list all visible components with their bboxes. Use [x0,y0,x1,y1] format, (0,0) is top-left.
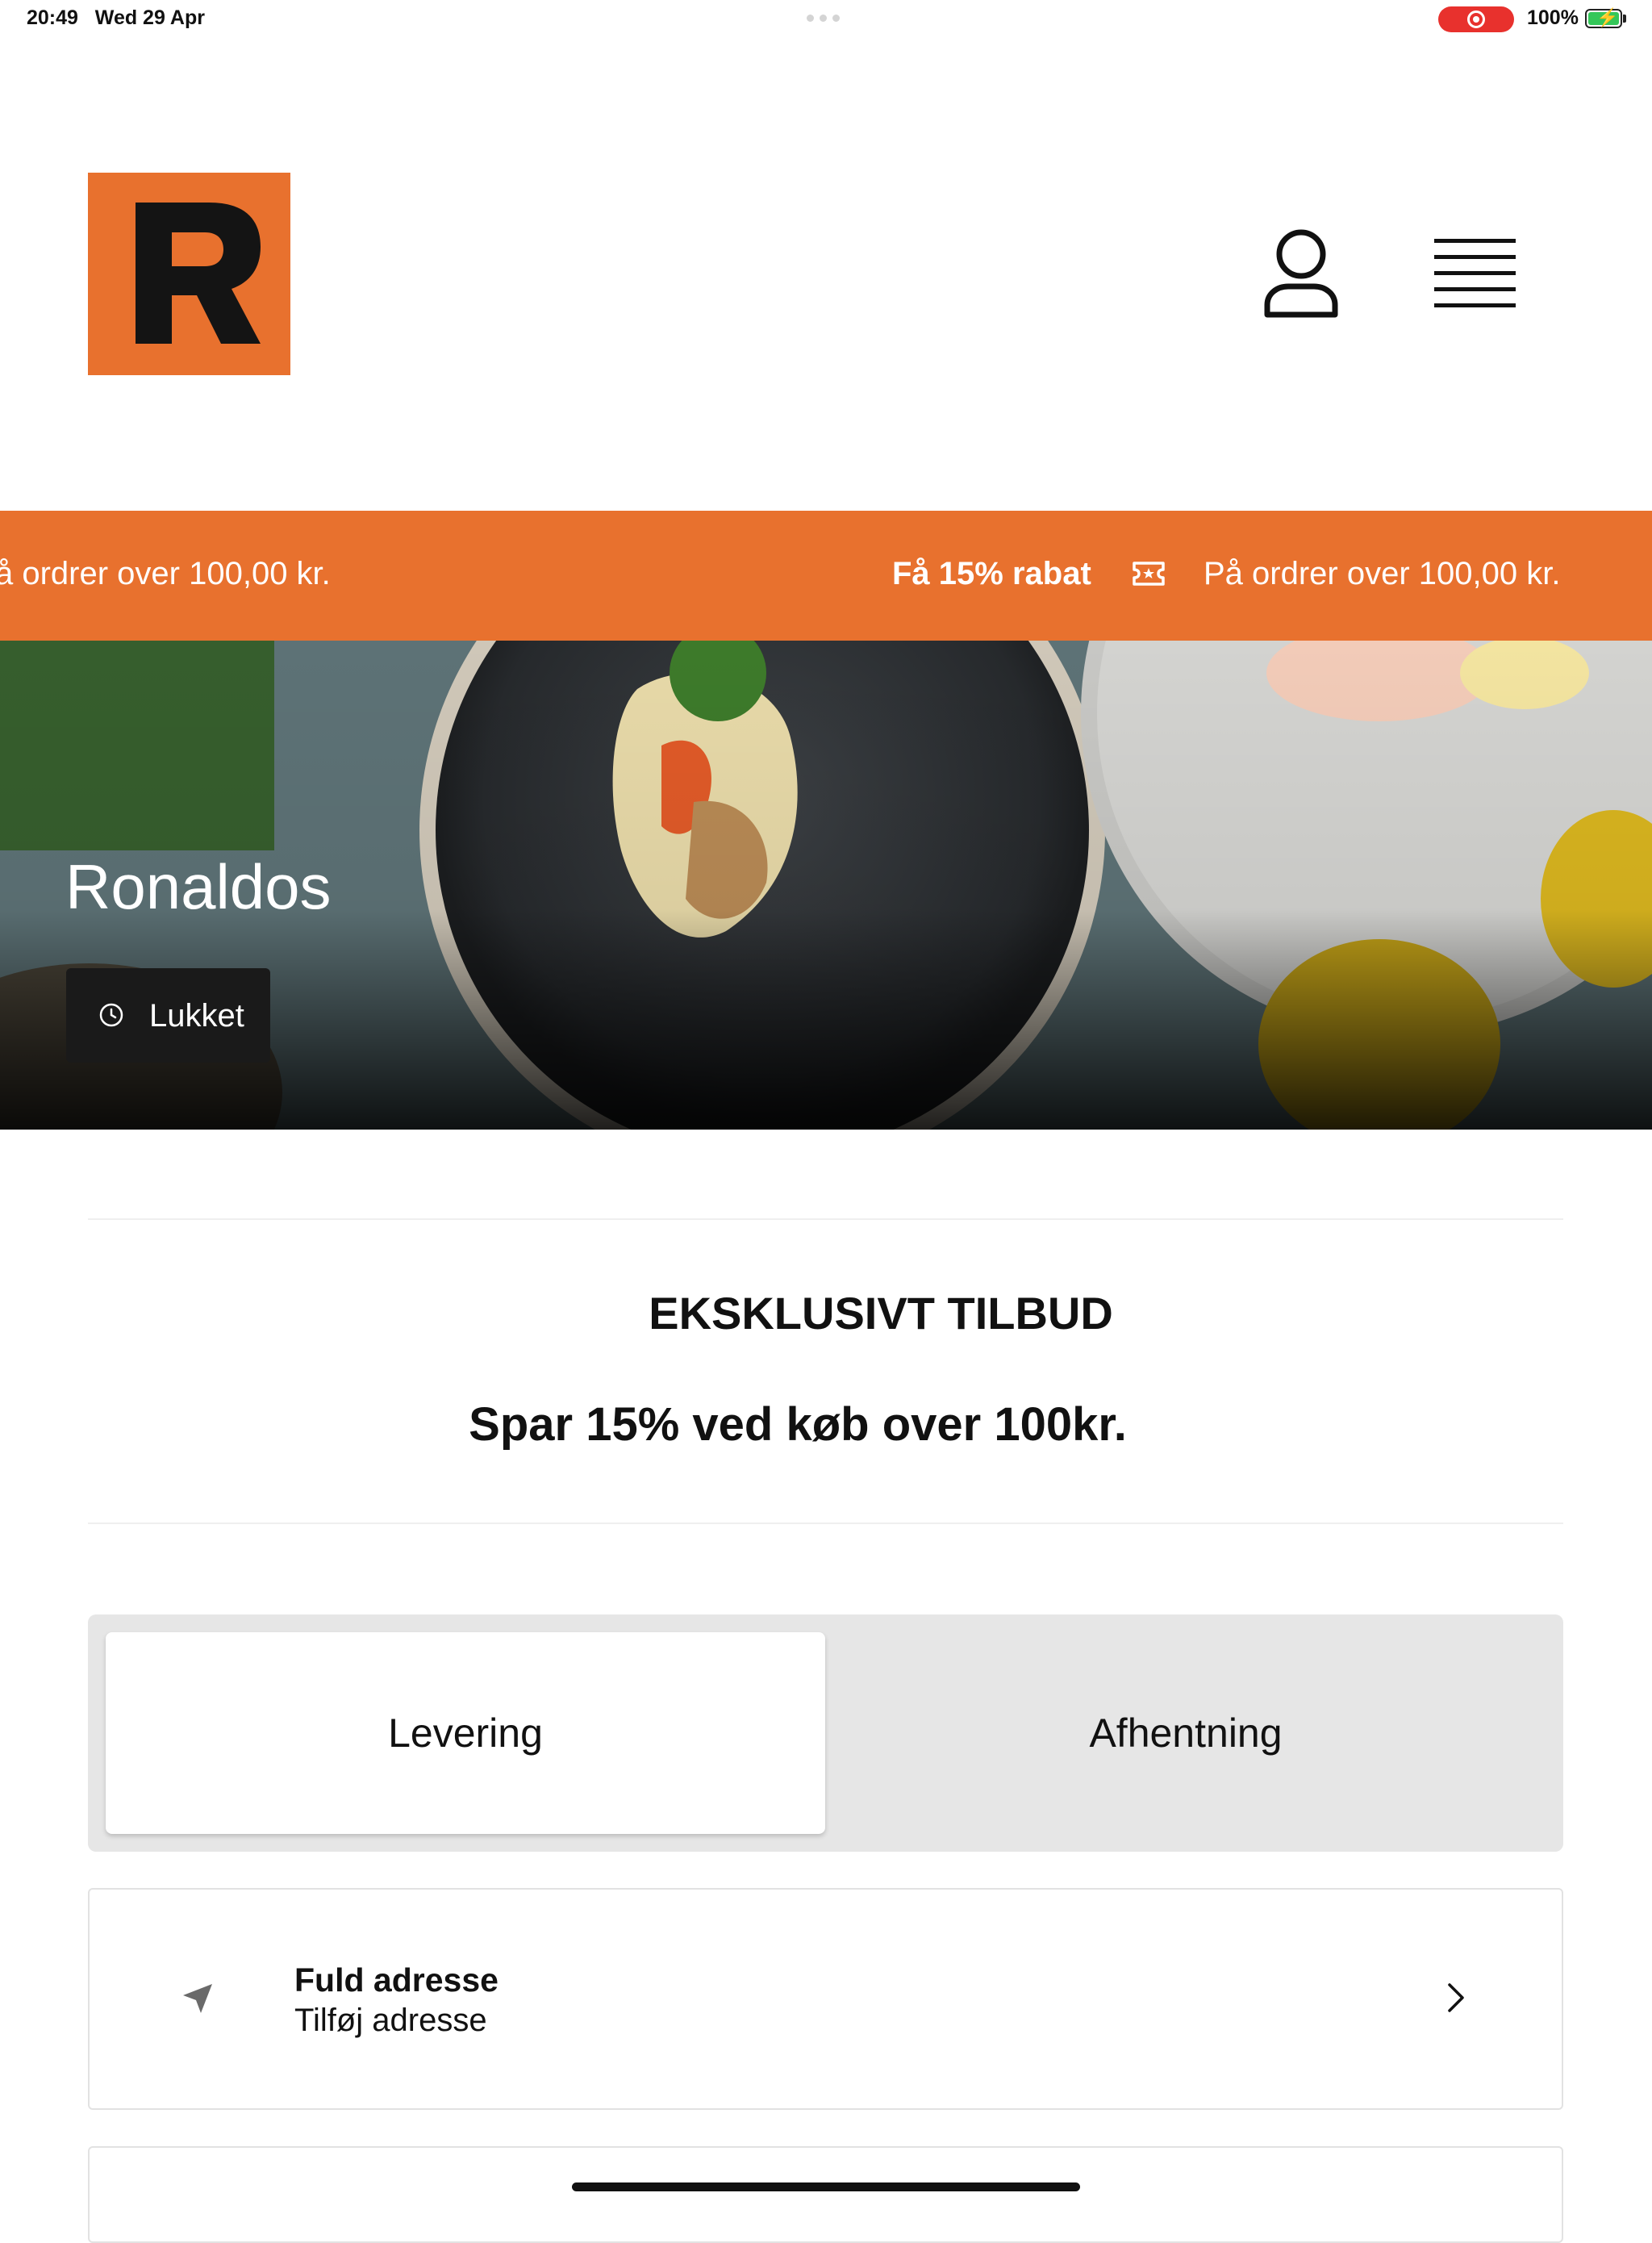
opening-status-label: Lukket [149,998,244,1034]
multitasking-dots-icon[interactable] [807,15,840,22]
opening-status-badge[interactable]: Lukket [66,968,270,1063]
address-selector[interactable]: Fuld adresse Tilføj adresse [88,1888,1563,2110]
brand-logo[interactable] [88,173,290,375]
divider [88,1218,1563,1220]
offer-title: EKSKLUSIVT TILBUD [649,1288,1113,1339]
tab-pickup[interactable]: Afhentning [826,1632,1546,1834]
home-indicator[interactable] [572,2182,1080,2191]
screen-recording-indicator[interactable] [1438,6,1514,32]
chevron-right-icon [1448,1983,1464,2012]
clock-icon [99,1003,123,1027]
promo-text-fragment: å ordrer over 100,00 kr. [0,556,331,591]
logo-r-mark [136,203,261,344]
tab-delivery[interactable]: Levering [106,1632,825,1834]
ticket-icon [1133,562,1165,586]
promo-banner: å ordrer over 100,00 kr. Få 15% rabat På… [0,511,1652,641]
battery-percentage: 100% [1527,6,1579,29]
location-arrow-icon [183,1984,212,2013]
order-type-toggle: Levering Afhentning [88,1614,1563,1852]
next-card[interactable] [88,2146,1563,2243]
divider [88,1522,1563,1524]
battery-charging-icon: ⚡ [1585,8,1622,28]
offer-subtitle: Spar 15% ved køb over 100kr. [469,1398,1127,1451]
hamburger-menu-icon[interactable] [1434,239,1516,308]
address-title: Fuld adresse [294,1961,499,1999]
status-bar: 20:49 Wed 29 Apr 100% ⚡ [0,0,1652,39]
address-value: Tilføj adresse [294,2003,487,2038]
user-account-icon[interactable] [1262,228,1340,318]
promo-detail: På ordrer over 100,00 kr. [1204,556,1561,591]
restaurant-name: Ronaldos [65,851,332,922]
status-time: 20:49 Wed 29 Apr [27,6,205,29]
restaurant-hero: Ronaldos Lukket [0,641,1652,1130]
promo-highlight: Få 15% rabat [892,556,1091,591]
